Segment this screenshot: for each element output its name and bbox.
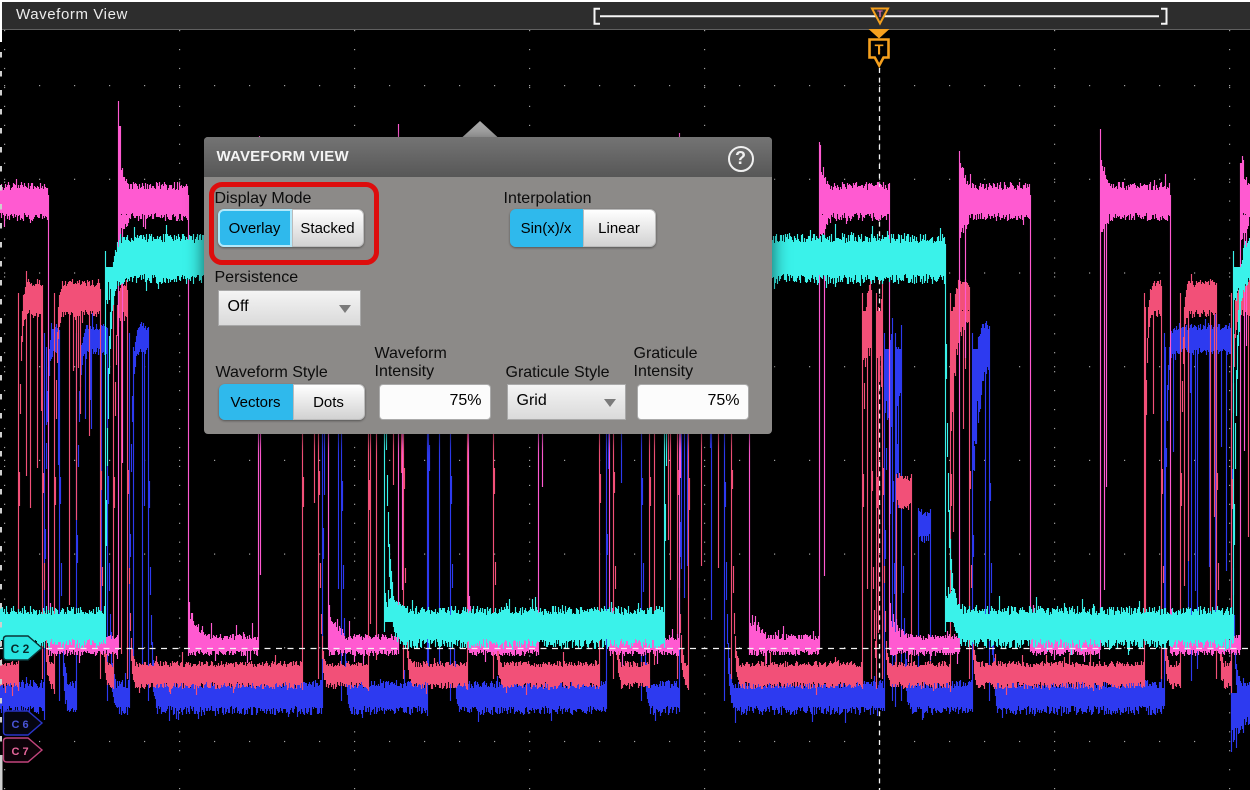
svg-text:T: T: [875, 43, 884, 59]
svg-text:C 2: C 2: [11, 642, 30, 656]
svg-text:C 7: C 7: [11, 746, 28, 758]
svg-text:C 6: C 6: [11, 719, 28, 731]
svg-text:T: T: [877, 9, 883, 19]
